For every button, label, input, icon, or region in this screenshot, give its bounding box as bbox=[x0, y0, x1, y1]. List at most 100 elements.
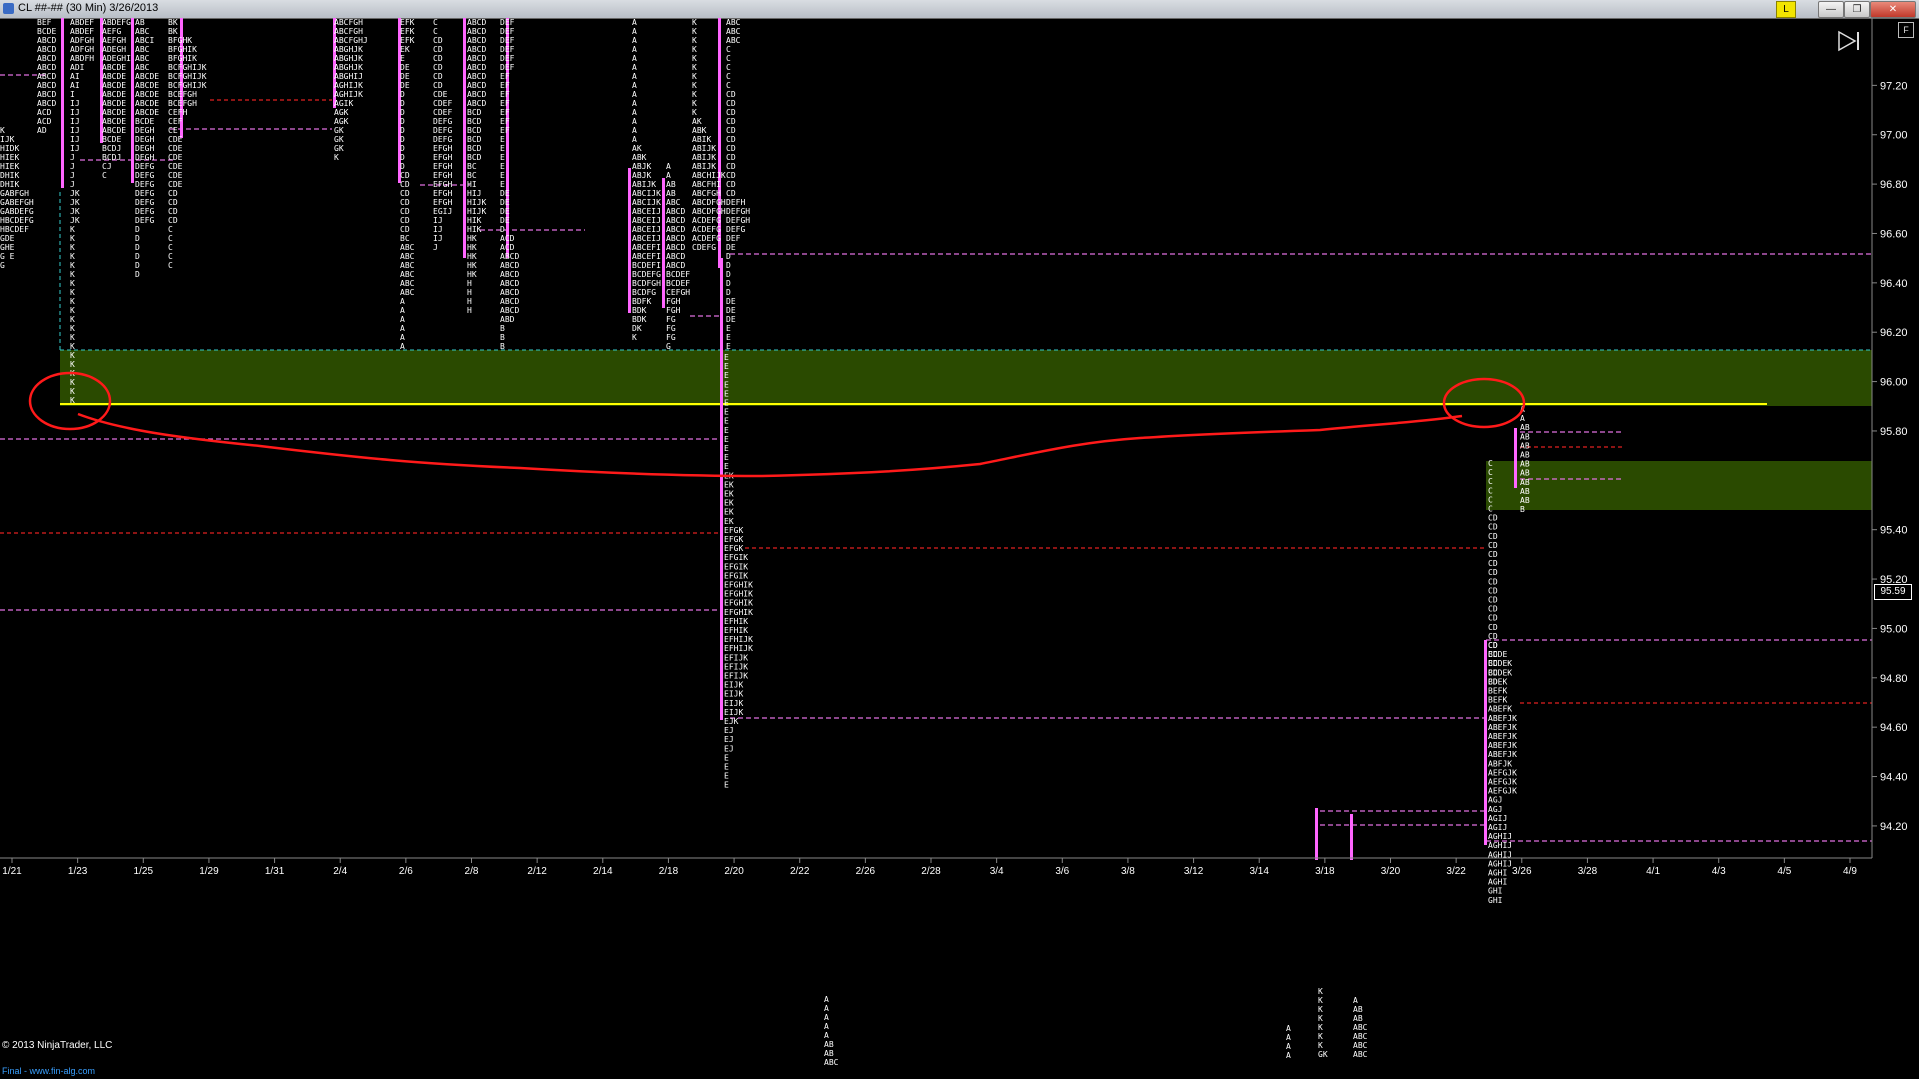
svg-text:CD: CD bbox=[726, 135, 736, 144]
svg-text:K: K bbox=[692, 108, 697, 117]
date-tick-label: 4/9 bbox=[1843, 866, 1857, 877]
svg-text:A: A bbox=[632, 135, 637, 144]
svg-text:CDE: CDE bbox=[168, 171, 183, 180]
tpo-row: AB bbox=[1520, 423, 1530, 432]
tpo-row: AGHI bbox=[1488, 869, 1507, 878]
tpo-row: E bbox=[724, 435, 729, 444]
svg-text:ABC: ABC bbox=[400, 243, 415, 252]
date-tick-label: 3/18 bbox=[1315, 866, 1335, 877]
svg-text:A: A bbox=[1353, 996, 1358, 1005]
tpo-row: E bbox=[724, 380, 729, 389]
tpo-row: EJ bbox=[724, 744, 734, 753]
svg-text:EFGH: EFGH bbox=[433, 153, 452, 162]
svg-text:HIDK: HIDK bbox=[0, 144, 19, 153]
svg-text:BCFGHIJK: BCFGHIJK bbox=[168, 81, 207, 90]
svg-text:CD: CD bbox=[168, 216, 178, 225]
svg-text:A: A bbox=[400, 306, 405, 315]
svg-text:ABCD: ABCD bbox=[500, 261, 519, 270]
svg-text:ABCEFI: ABCEFI bbox=[632, 243, 661, 252]
svg-text:CD: CD bbox=[433, 45, 443, 54]
tpo-row: AEFGJK bbox=[1488, 778, 1517, 787]
tpo-row: BEFK bbox=[1488, 696, 1507, 705]
svg-text:D: D bbox=[726, 270, 731, 279]
svg-text:K: K bbox=[70, 342, 75, 351]
svg-text:BCFGHIJK: BCFGHIJK bbox=[168, 72, 207, 81]
svg-text:ABCD: ABCD bbox=[467, 54, 486, 63]
chart-properties-button[interactable]: F bbox=[1898, 22, 1914, 38]
svg-text:BCDEFG: BCDEFG bbox=[632, 270, 661, 279]
svg-text:AGHIJK: AGHIJK bbox=[334, 81, 363, 90]
svg-text:EFGH: EFGH bbox=[433, 171, 452, 180]
svg-text:A: A bbox=[824, 1013, 829, 1022]
svg-text:ABCDE: ABCDE bbox=[102, 126, 126, 135]
tpo-row: EFGHIK bbox=[724, 590, 753, 599]
svg-text:K: K bbox=[692, 36, 697, 45]
svg-text:IJ: IJ bbox=[433, 225, 443, 234]
svg-text:ABDEF: ABDEF bbox=[70, 18, 94, 27]
tpo-row: E bbox=[724, 426, 729, 435]
close-icon[interactable]: ✕ bbox=[1870, 1, 1916, 18]
svg-text:ABC: ABC bbox=[400, 270, 415, 279]
svg-text:BFGHIK: BFGHIK bbox=[168, 45, 197, 54]
price-tick-label: 95.00 bbox=[1880, 623, 1908, 635]
svg-text:C: C bbox=[168, 234, 173, 243]
svg-text:CD: CD bbox=[433, 72, 443, 81]
svg-text:AGK: AGK bbox=[334, 117, 349, 126]
tpo-row: AB bbox=[1520, 460, 1530, 469]
svg-text:A: A bbox=[632, 63, 637, 72]
tpo-row: EJ bbox=[724, 735, 734, 744]
svg-text:DEFH: DEFH bbox=[726, 198, 745, 207]
svg-text:BCD: BCD bbox=[467, 117, 482, 126]
svg-text:CD: CD bbox=[168, 207, 178, 216]
svg-text:BCD: BCD bbox=[467, 144, 482, 153]
svg-text:EFGH: EFGH bbox=[433, 180, 452, 189]
tpo-row: AGHIJ bbox=[1488, 832, 1512, 841]
tpo-row: E bbox=[724, 353, 729, 362]
price-tick-label: 96.40 bbox=[1880, 278, 1908, 290]
svg-text:CEF: CEF bbox=[168, 117, 183, 126]
svg-text:ABD: ABD bbox=[500, 315, 515, 324]
svg-text:JK: JK bbox=[70, 207, 80, 216]
svg-text:C: C bbox=[168, 252, 173, 261]
svg-text:ABCD: ABCD bbox=[666, 207, 685, 216]
minimize-icon[interactable]: — bbox=[1818, 1, 1844, 18]
svg-text:ABCDE: ABCDE bbox=[102, 72, 126, 81]
restore-icon[interactable]: ❐ bbox=[1844, 1, 1870, 18]
svg-text:E: E bbox=[500, 162, 505, 171]
link-tag-button[interactable]: L bbox=[1776, 1, 1796, 18]
svg-text:ABCDE: ABCDE bbox=[102, 81, 126, 90]
svg-text:ABCDE: ABCDE bbox=[135, 72, 159, 81]
tpo-row: EK bbox=[724, 490, 734, 499]
svg-text:CD: CD bbox=[726, 126, 736, 135]
svg-text:BFGHIK: BFGHIK bbox=[168, 54, 197, 63]
svg-text:HIEK: HIEK bbox=[0, 153, 19, 162]
svg-text:ABCEIJ: ABCEIJ bbox=[632, 216, 661, 225]
tpo-row: CD bbox=[1488, 641, 1498, 650]
svg-text:ABJK: ABJK bbox=[632, 162, 651, 171]
play-to-end-icon[interactable] bbox=[1837, 30, 1861, 52]
svg-text:K: K bbox=[692, 45, 697, 54]
svg-text:IJ: IJ bbox=[70, 126, 80, 135]
svg-text:AB: AB bbox=[666, 189, 676, 198]
svg-text:ABCD: ABCD bbox=[37, 36, 56, 45]
svg-text:DEGH: DEGH bbox=[135, 126, 154, 135]
tpo-row: E bbox=[724, 753, 729, 762]
tpo-row: EFGHIK bbox=[724, 608, 753, 617]
svg-text:ABC: ABC bbox=[824, 1058, 839, 1067]
svg-text:DEFG: DEFG bbox=[135, 189, 154, 198]
svg-text:HK: HK bbox=[467, 252, 477, 261]
tpo-chart[interactable]: BEFBCDEABCDABCD ABCDABCDABCDABCD ABCDABC… bbox=[0, 18, 1919, 1079]
svg-text:ABCD: ABCD bbox=[37, 90, 56, 99]
svg-text:DE: DE bbox=[500, 189, 510, 198]
svg-text:B: B bbox=[500, 324, 505, 333]
svg-text:ABCIJK: ABCIJK bbox=[632, 198, 661, 207]
svg-text:ABC: ABC bbox=[400, 252, 415, 261]
tpo-row: EJK bbox=[724, 717, 739, 726]
svg-text:D: D bbox=[400, 135, 405, 144]
svg-text:K: K bbox=[70, 261, 75, 270]
svg-text:A: A bbox=[400, 324, 405, 333]
svg-text:ABIJK: ABIJK bbox=[632, 180, 656, 189]
svg-text:ABC: ABC bbox=[1353, 1041, 1368, 1050]
svg-text:GK: GK bbox=[334, 144, 344, 153]
svg-text:ABCD: ABCD bbox=[666, 216, 685, 225]
